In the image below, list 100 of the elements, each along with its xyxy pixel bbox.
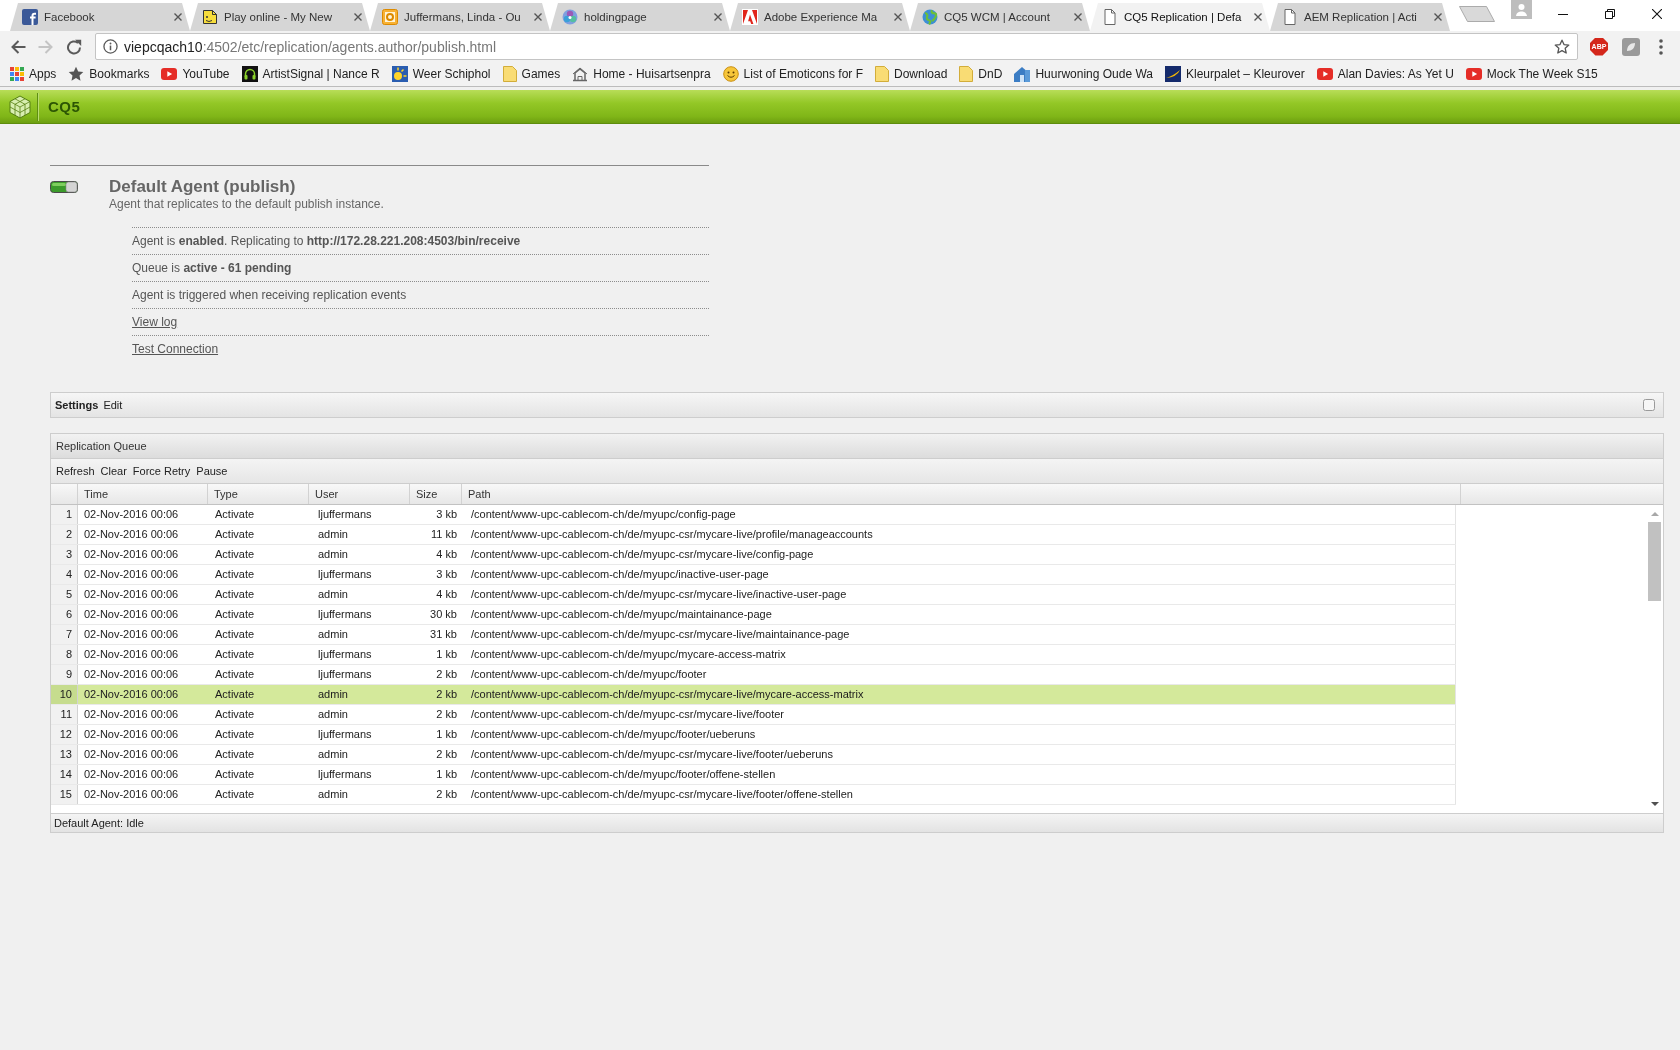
table-row[interactable]: 11 02-Nov-2016 00:06 Activate admin 2 kb /content/www-upc-cablecom-ch/de/myupc-csr/mycare-live/footer: [51, 705, 1456, 725]
table-cell-text: admin: [317, 707, 349, 722]
bookmark[interactable]: Kleurpalet – Kleurover: [1165, 66, 1305, 82]
table-row[interactable]: 15 02-Nov-2016 00:06 Activate admin 2 kb /content/www-upc-cablecom-ch/de/myupc-csr/mycare-live/footer/offene-stellen: [51, 785, 1456, 805]
folder-icon: [959, 66, 974, 82]
bookmark[interactable]: Alan Davies: As Yet U: [1316, 66, 1454, 82]
tab[interactable]: AEM Replication | Acti: [1270, 3, 1450, 31]
table-cell-text: 2 kb: [435, 747, 458, 762]
sun-icon: [391, 66, 408, 82]
table-cell-text: Activate: [214, 647, 256, 662]
bookmark[interactable]: Weer Schiphol: [391, 66, 491, 82]
toolbar-button[interactable]: Force Retry: [132, 464, 191, 478]
close-icon[interactable]: [1651, 9, 1662, 19]
tab[interactable]: Juffermans, Linda - Ou: [370, 3, 550, 31]
status-bar: Default Agent: Idle: [51, 813, 1663, 832]
column-header[interactable]: User: [309, 484, 410, 504]
tab[interactable]: holdingpage: [550, 3, 730, 31]
app-title: CQ5: [48, 97, 81, 116]
table-row[interactable]: 13 02-Nov-2016 00:06 Activate admin 2 kb /content/www-upc-cablecom-ch/de/myupc-csr/mycare-live/footer/ueberuns: [51, 745, 1456, 765]
table-cell-text: Activate: [214, 527, 256, 542]
table-row[interactable]: 3 02-Nov-2016 00:06 Activate admin 4 kb /content/www-upc-cablecom-ch/de/myupc-csr/mycare-live/config-page: [51, 545, 1456, 565]
action-button[interactable]: Edit: [103, 398, 123, 412]
tab[interactable]: Facebook: [10, 3, 190, 31]
smiley-icon: [722, 66, 739, 82]
back-arrow-icon[interactable]: [10, 38, 26, 55]
table-cell-text: 02-Nov-2016 00:06: [83, 707, 180, 722]
tab[interactable]: Adobe Experience Ma: [730, 3, 910, 31]
bookmark[interactable]: Home - Huisartsenpra: [572, 66, 711, 82]
bookmark[interactable]: YouTube: [161, 66, 230, 82]
table-row[interactable]: 8 02-Nov-2016 00:06 Activate ljuffermans 1 kb /content/www-upc-cablecom-ch/de/myupc/mycare-access-matrix: [51, 645, 1456, 665]
scrollbar-thumb[interactable]: [1648, 522, 1661, 601]
tab[interactable]: CQ5 WCM | Account: [910, 3, 1090, 31]
table-cell-text: admin: [317, 587, 349, 602]
ring-tile-icon: [382, 9, 398, 25]
leaf-tile-icon[interactable]: [1622, 37, 1640, 56]
table-cell-text: Activate: [214, 687, 256, 702]
row-number: 6: [51, 605, 78, 624]
column-header[interactable]: Path: [462, 484, 1461, 504]
close-icon[interactable]: [1254, 13, 1262, 21]
table-row[interactable]: 10 02-Nov-2016 00:06 Activate admin 2 kb /content/www-upc-cablecom-ch/de/myupc-csr/mycare-live/mycare-access-matrix: [51, 685, 1456, 705]
table-cell-text: 02-Nov-2016 00:06: [83, 527, 180, 542]
address-field[interactable]: viepcqach10:4502/etc/replication/agents.author/publish.html: [95, 33, 1578, 60]
flower-logo-icon: [562, 9, 578, 25]
bookmark[interactable]: Download: [875, 66, 948, 82]
table-row[interactable]: 14 02-Nov-2016 00:06 Activate ljuffermans 1 kb /content/www-upc-cablecom-ch/de/myupc/footer/offene-stellen: [51, 765, 1456, 785]
star-icon: [68, 66, 85, 82]
tab[interactable]: CQ5 Replication | Defa: [1090, 3, 1270, 31]
bookmark[interactable]: DnD: [959, 66, 1003, 82]
column-header[interactable]: Time: [78, 484, 208, 504]
restore-icon[interactable]: [1604, 9, 1615, 19]
row-number: 9: [51, 665, 78, 684]
video-play-icon: [1465, 68, 1482, 80]
scroll-down-icon[interactable]: [1650, 802, 1659, 806]
menu-icon[interactable]: [1659, 38, 1663, 55]
table-cell-text: Activate: [214, 587, 256, 602]
bookmark[interactable]: Mock The Week S15: [1465, 66, 1598, 82]
table-row[interactable]: 4 02-Nov-2016 00:06 Activate ljuffermans 3 kb /content/www-upc-cablecom-ch/de/myupc/inactive-user-page: [51, 565, 1456, 585]
reload-icon[interactable]: [66, 38, 82, 55]
details-link[interactable]: View log: [132, 314, 178, 330]
table-row[interactable]: 7 02-Nov-2016 00:06 Activate admin 31 kb /content/www-upc-cablecom-ch/de/myupc-csr/mycare-live/maintainance-page: [51, 625, 1456, 645]
table-row[interactable]: 9 02-Nov-2016 00:06 Activate ljuffermans 2 kb /content/www-upc-cablecom-ch/de/myupc/footer: [51, 665, 1456, 685]
panel-title: Replication Queue: [56, 439, 147, 453]
toolbar-button[interactable]: Pause: [196, 464, 228, 478]
table-cell-text: 11 kb: [429, 527, 458, 542]
table-cell-text: Activate: [214, 627, 256, 642]
row-number: 13: [51, 745, 78, 764]
bookmark[interactable]: Games: [502, 66, 561, 82]
panel-toggle-icon[interactable]: [1643, 399, 1655, 411]
bookmark[interactable]: Apps: [10, 66, 57, 82]
row-number: 14: [51, 765, 78, 784]
bookmark[interactable]: Bookmarks: [68, 66, 150, 82]
table-cell-text: admin: [317, 627, 349, 642]
video-play-icon: [161, 68, 178, 80]
column-header[interactable]: Size: [410, 484, 462, 504]
column-header[interactable]: Type: [208, 484, 309, 504]
table-cell: /content/www-upc-cablecom-ch/de/myupc-csr/mycare-live/config-page: [462, 545, 1456, 564]
row-number: 15: [51, 785, 78, 804]
minimize-icon[interactable]: [1557, 13, 1568, 15]
toolbar-button[interactable]: Clear: [100, 464, 127, 478]
apps-grid-icon: [10, 67, 24, 81]
table-row[interactable]: 12 02-Nov-2016 00:06 Activate ljuffermans 1 kb /content/www-upc-cablecom-ch/de/myupc/footer/ueberuns: [51, 725, 1456, 745]
table-cell-text: ljuffermans: [317, 567, 373, 582]
bookmark[interactable]: List of Emoticons for F: [722, 66, 863, 82]
details-link[interactable]: Test Connection: [132, 341, 219, 357]
headphones-icon: [241, 66, 258, 82]
table-row[interactable]: 6 02-Nov-2016 00:06 Activate ljuffermans 30 kb /content/www-upc-cablecom-ch/de/myupc/maintainance-page: [51, 605, 1456, 625]
info-icon[interactable]: [103, 39, 118, 54]
tab[interactable]: Play online - My New: [190, 3, 370, 31]
table-cell-text: 02-Nov-2016 00:06: [83, 647, 180, 662]
table-cell: /content/www-upc-cablecom-ch/de/myupc-csr/mycare-live/maintainance-page: [462, 625, 1456, 644]
table-row[interactable]: 5 02-Nov-2016 00:06 Activate admin 4 kb /content/www-upc-cablecom-ch/de/myupc-csr/mycare-live/inactive-user-page: [51, 585, 1456, 605]
table-cell-text: admin: [317, 687, 349, 702]
row-number: 8: [51, 645, 78, 664]
bookmark[interactable]: Huurwoning Oude Wa: [1014, 66, 1153, 82]
table-row[interactable]: 2 02-Nov-2016 00:06 Activate admin 11 kb /content/www-upc-cablecom-ch/de/myupc-csr/mycare-live/profile/manageaccounts: [51, 525, 1456, 545]
star-icon[interactable]: [1554, 38, 1570, 55]
bookmark[interactable]: ArtistSignal | Nance R: [241, 66, 380, 82]
table-cell-text: ljuffermans: [317, 727, 373, 742]
toolbar-button[interactable]: Refresh: [56, 464, 95, 478]
table-row[interactable]: 1 02-Nov-2016 00:06 Activate ljuffermans 3 kb /content/www-upc-cablecom-ch/de/myupc/config-page: [51, 505, 1456, 525]
